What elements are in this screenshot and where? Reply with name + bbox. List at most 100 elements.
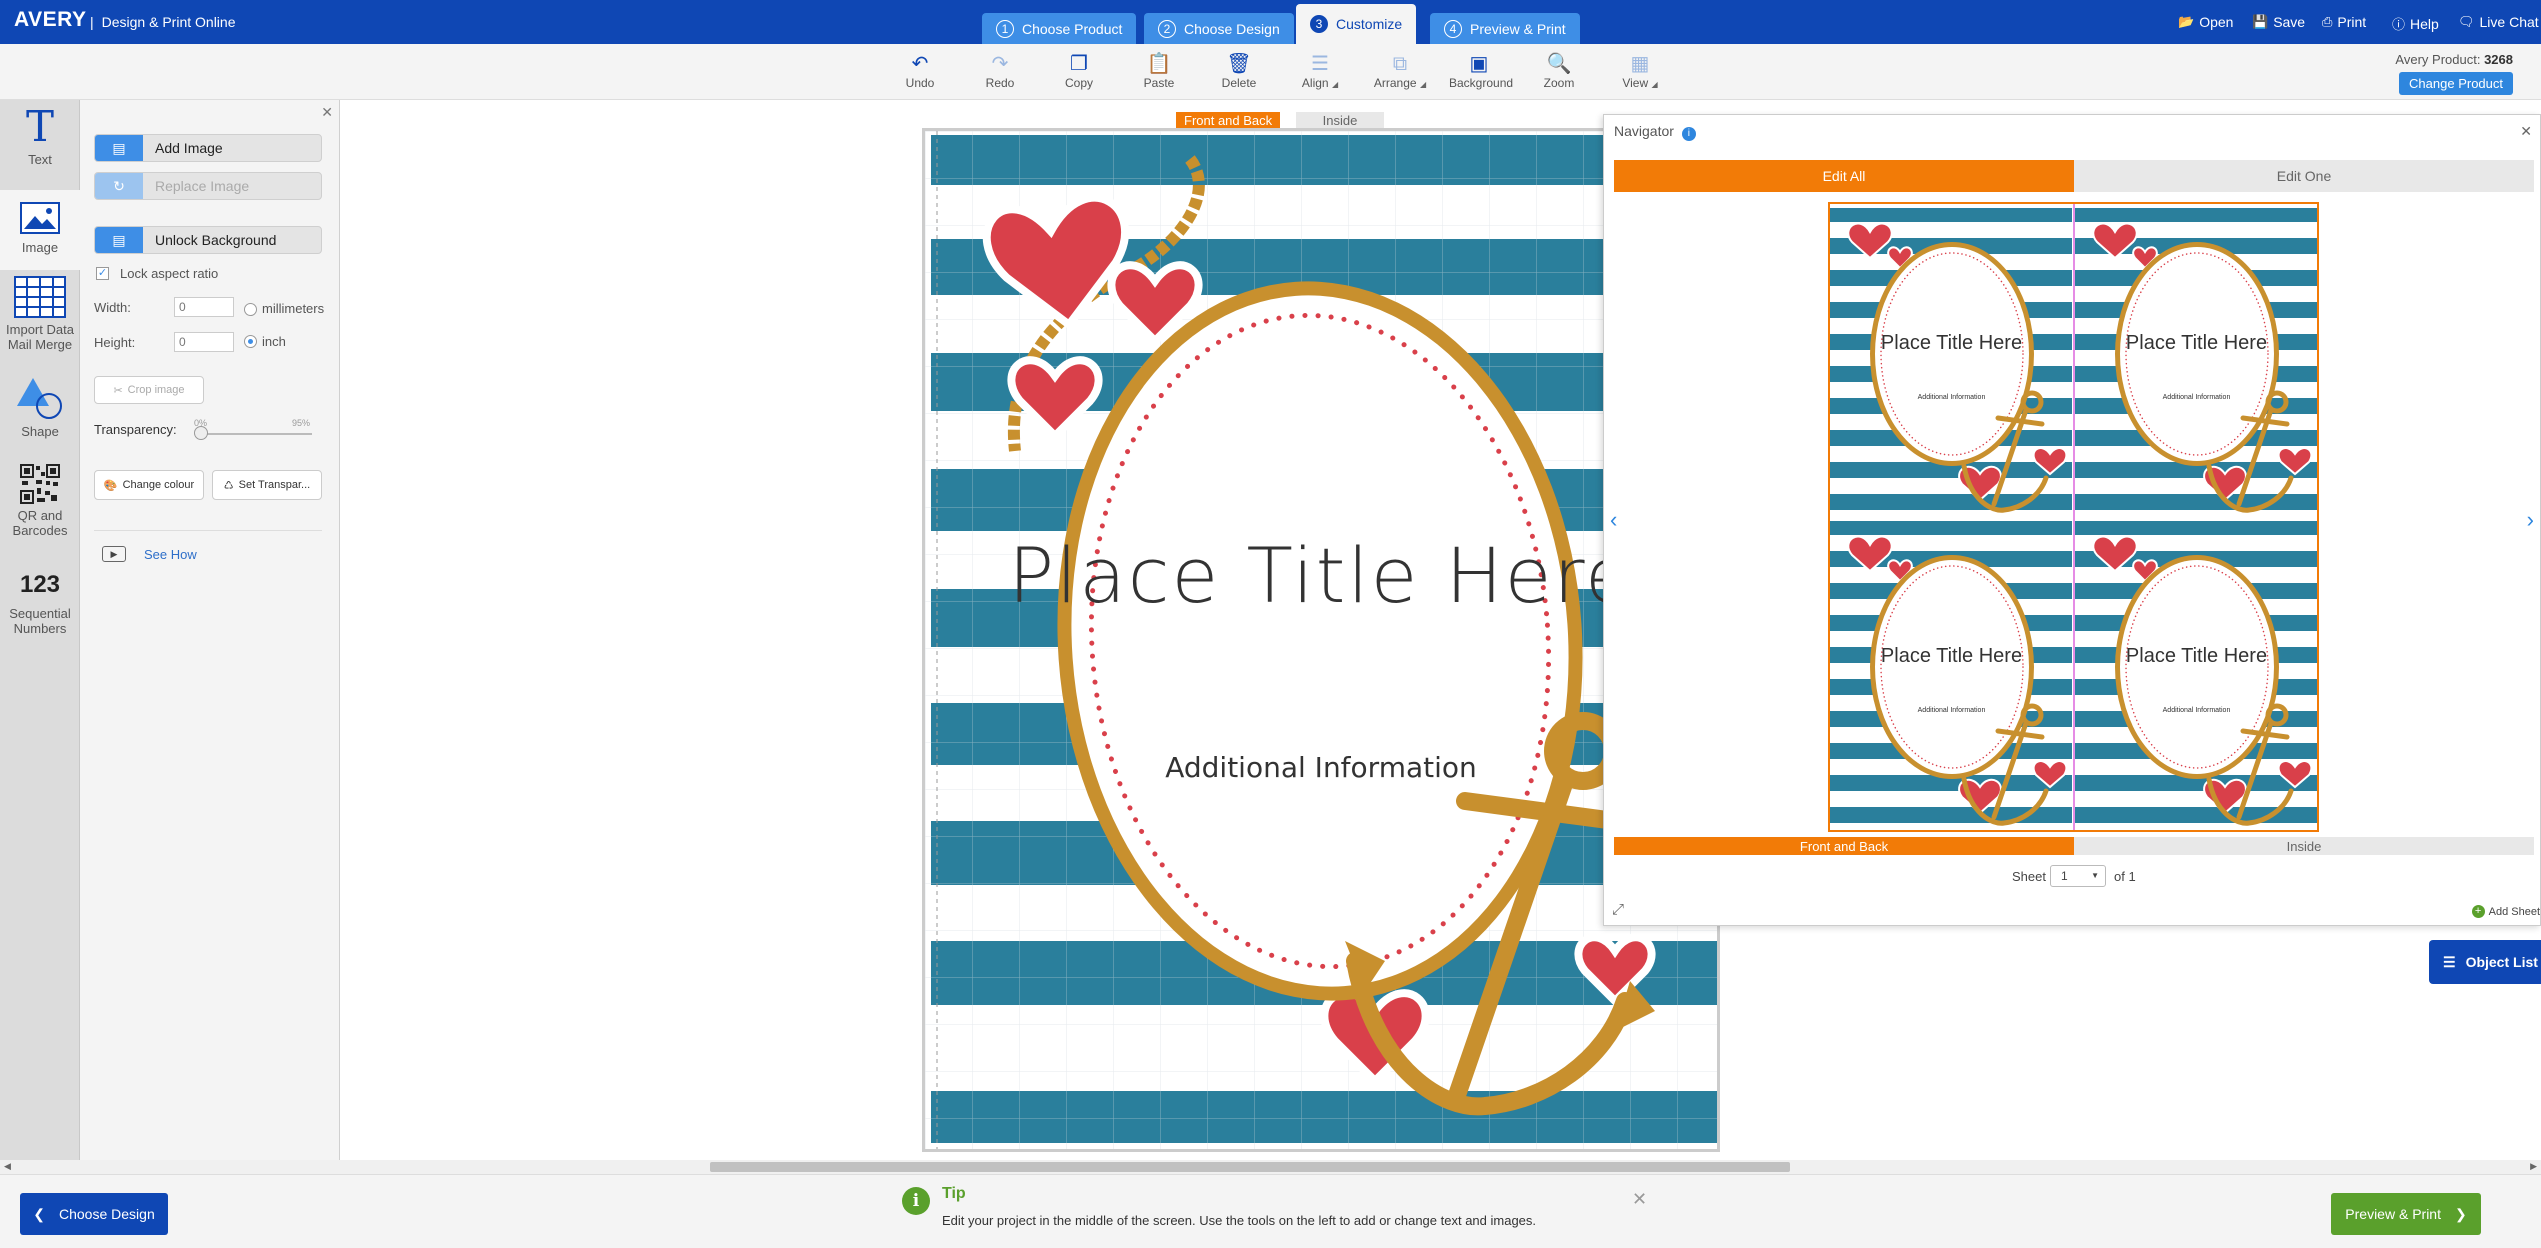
prev-arrow-icon[interactable]: ‹ bbox=[1610, 507, 1617, 533]
card-artwork bbox=[925, 131, 1717, 1149]
chevron-left-icon: ❮ bbox=[33, 1205, 45, 1222]
width-input[interactable]: 0 bbox=[174, 297, 234, 317]
step-customize[interactable]: 3 Customize bbox=[1296, 4, 1417, 44]
edit-one-tab[interactable]: Edit One bbox=[2074, 160, 2534, 192]
preview-print-button[interactable]: Preview & Print ❯ bbox=[2331, 1193, 2481, 1235]
millimeters-radio[interactable] bbox=[244, 303, 257, 316]
trash-icon: 🗑 bbox=[1226, 53, 1252, 75]
card-additional-info[interactable]: Additional Information bbox=[925, 751, 1717, 784]
crop-icon: ✂ bbox=[113, 384, 123, 397]
rail-shape[interactable]: Shape bbox=[0, 376, 80, 448]
palette-icon: 🎨 bbox=[103, 479, 118, 492]
replace-image-button[interactable]: ↻ Replace Image bbox=[94, 172, 322, 200]
scroll-right-icon[interactable]: ▶ bbox=[2530, 1161, 2537, 1172]
design-canvas[interactable]: Place Title Here Additional Information bbox=[922, 128, 1720, 1152]
save-icon: 💾 bbox=[2252, 14, 2269, 29]
sheet-select[interactable]: 1 ▼ bbox=[2050, 865, 2106, 887]
step-choose-design[interactable]: 2 Choose Design bbox=[1144, 13, 1294, 44]
transparency-slider-track[interactable] bbox=[198, 433, 312, 435]
close-icon[interactable]: ✕ bbox=[2520, 123, 2532, 140]
add-sheet-button[interactable]: + Add Sheet bbox=[2471, 905, 2540, 918]
choose-design-button[interactable]: ❮ Choose Design bbox=[20, 1193, 168, 1235]
help-icon: ⓘ bbox=[2392, 17, 2406, 32]
chevron-down-icon: ▼ bbox=[2091, 871, 2099, 880]
toolbar: ↶ Undo ↷ Redo ❐ Copy 📋 Paste 🗑 Delete ☰ Align … bbox=[0, 44, 2541, 100]
paste-button[interactable]: 📋 Paste bbox=[1129, 52, 1189, 90]
horizontal-scrollbar[interactable]: ◀ ▶ bbox=[0, 1160, 2541, 1174]
arrange-button[interactable]: ⧉ Arrange ◢ bbox=[1370, 52, 1430, 90]
change-colour-button[interactable]: 🎨 Change colour bbox=[94, 470, 204, 500]
step-preview-print[interactable]: 4 Preview & Print bbox=[1430, 13, 1580, 44]
live-chat-link[interactable]: 🗨 Live Chat bbox=[2458, 14, 2539, 30]
info-icon[interactable]: i bbox=[1681, 127, 1696, 141]
image-panel: ✕ ▤ Add Image ↻ Replace Image ▤ Unlock Back… bbox=[80, 100, 340, 1160]
next-arrow-icon[interactable]: › bbox=[2527, 507, 2534, 533]
copy-button[interactable]: ❐ Copy bbox=[1049, 52, 1109, 90]
close-icon[interactable]: ✕ bbox=[321, 104, 333, 121]
background-icon: ▣ bbox=[1469, 53, 1489, 75]
numbers-icon: 123 bbox=[19, 571, 61, 598]
zoom-button[interactable]: 🔍 Zoom bbox=[1529, 52, 1589, 90]
play-icon: ▶ bbox=[102, 546, 126, 562]
image-icon: ▤ bbox=[95, 135, 143, 161]
change-product-button[interactable]: Change Product bbox=[2399, 72, 2513, 95]
align-button[interactable]: ☰ Align ◢ bbox=[1290, 52, 1350, 90]
plus-icon: + bbox=[2471, 905, 2485, 918]
undo-icon: ↶ bbox=[911, 53, 929, 75]
help-link[interactable]: ⓘ Help bbox=[2392, 14, 2439, 33]
print-link[interactable]: ⎙ Print bbox=[2322, 14, 2366, 30]
delete-button[interactable]: 🗑 Delete bbox=[1209, 52, 1269, 90]
height-input[interactable]: 0 bbox=[174, 332, 234, 352]
image-icon bbox=[20, 202, 60, 234]
step-choose-product[interactable]: 1 Choose Product bbox=[982, 13, 1137, 44]
inch-radio[interactable] bbox=[244, 335, 257, 348]
navigator-panel: Navigator i ✕ Edit All Edit One ‹ › Plac… bbox=[1603, 114, 2541, 926]
undo-button[interactable]: ↶ Undo bbox=[890, 52, 950, 90]
chevron-right-icon: ❯ bbox=[2454, 1205, 2467, 1222]
nav-tab-front-and-back[interactable]: Front and Back bbox=[1614, 837, 2074, 855]
nav-tab-inside[interactable]: Inside bbox=[2074, 837, 2534, 855]
card-title[interactable]: Place Title Here bbox=[925, 531, 1717, 620]
mini-card-info: Additional Information bbox=[1917, 707, 1986, 714]
save-link[interactable]: 💾 Save bbox=[2252, 14, 2305, 30]
set-transparency-button[interactable]: ♺ Set Transpar... bbox=[212, 470, 322, 500]
rail-import-data[interactable]: Import Data Mail Merge bbox=[0, 276, 80, 362]
tip-text: Edit your project in the middle of the s… bbox=[942, 1213, 1537, 1228]
transparency-slider-handle[interactable] bbox=[194, 426, 208, 440]
see-how-link[interactable]: See How bbox=[144, 547, 197, 562]
mini-card-info: Additional Information bbox=[2162, 394, 2231, 401]
printer-icon: ⎙ bbox=[2322, 14, 2333, 29]
paste-icon: 📋 bbox=[1146, 53, 1172, 75]
lock-aspect-checkbox[interactable]: ✓ bbox=[96, 267, 109, 280]
view-button[interactable]: ▦ View ◢ bbox=[1610, 52, 1670, 90]
redo-button[interactable]: ↷ Redo bbox=[970, 52, 1030, 90]
rail-qr-barcodes[interactable]: QR and Barcodes bbox=[0, 464, 80, 548]
open-link[interactable]: 📂 Open bbox=[2178, 14, 2233, 30]
grid-icon: ▦ bbox=[1630, 53, 1650, 75]
arrange-icon: ⧉ bbox=[1392, 53, 1408, 75]
unlock-background-button[interactable]: ▤ Unlock Background bbox=[94, 226, 322, 254]
mini-card-info: Additional Information bbox=[1917, 394, 1986, 401]
avery-logo[interactable]: AVERY bbox=[14, 8, 87, 32]
sheet-preview[interactable]: Place Title Here Additional Information … bbox=[1828, 202, 2319, 832]
scrollbar-thumb[interactable] bbox=[710, 1162, 1790, 1172]
rail-text[interactable]: T Text bbox=[0, 106, 80, 184]
expand-icon[interactable]: ⤢ bbox=[1612, 901, 1624, 918]
close-icon[interactable]: ✕ bbox=[1632, 1189, 1647, 1210]
chat-icon: 🗨 bbox=[2458, 14, 2475, 29]
rail-sequential-numbers[interactable]: 123 Sequential Numbers bbox=[0, 568, 80, 658]
align-icon: ☰ bbox=[1311, 53, 1329, 75]
mini-card-info: Additional Information bbox=[2162, 707, 2231, 714]
rail-image[interactable]: Image bbox=[0, 190, 80, 270]
edit-all-tab[interactable]: Edit All bbox=[1614, 160, 2074, 192]
object-list-button[interactable]: ☰ Object List bbox=[2429, 940, 2541, 984]
app-name: Design & Print Online bbox=[101, 14, 236, 30]
add-image-button[interactable]: ▤ Add Image bbox=[94, 134, 322, 162]
background-button[interactable]: ▣ Background bbox=[1449, 52, 1513, 90]
crop-image-button[interactable]: ✂ Crop image bbox=[94, 376, 204, 404]
layers-icon: ☰ bbox=[2443, 953, 2456, 970]
mini-card-title: Place Title Here bbox=[2125, 645, 2268, 667]
mini-card-title: Place Title Here bbox=[1880, 645, 2023, 667]
folder-icon: 📂 bbox=[2178, 14, 2195, 29]
scroll-left-icon[interactable]: ◀ bbox=[4, 1161, 11, 1172]
